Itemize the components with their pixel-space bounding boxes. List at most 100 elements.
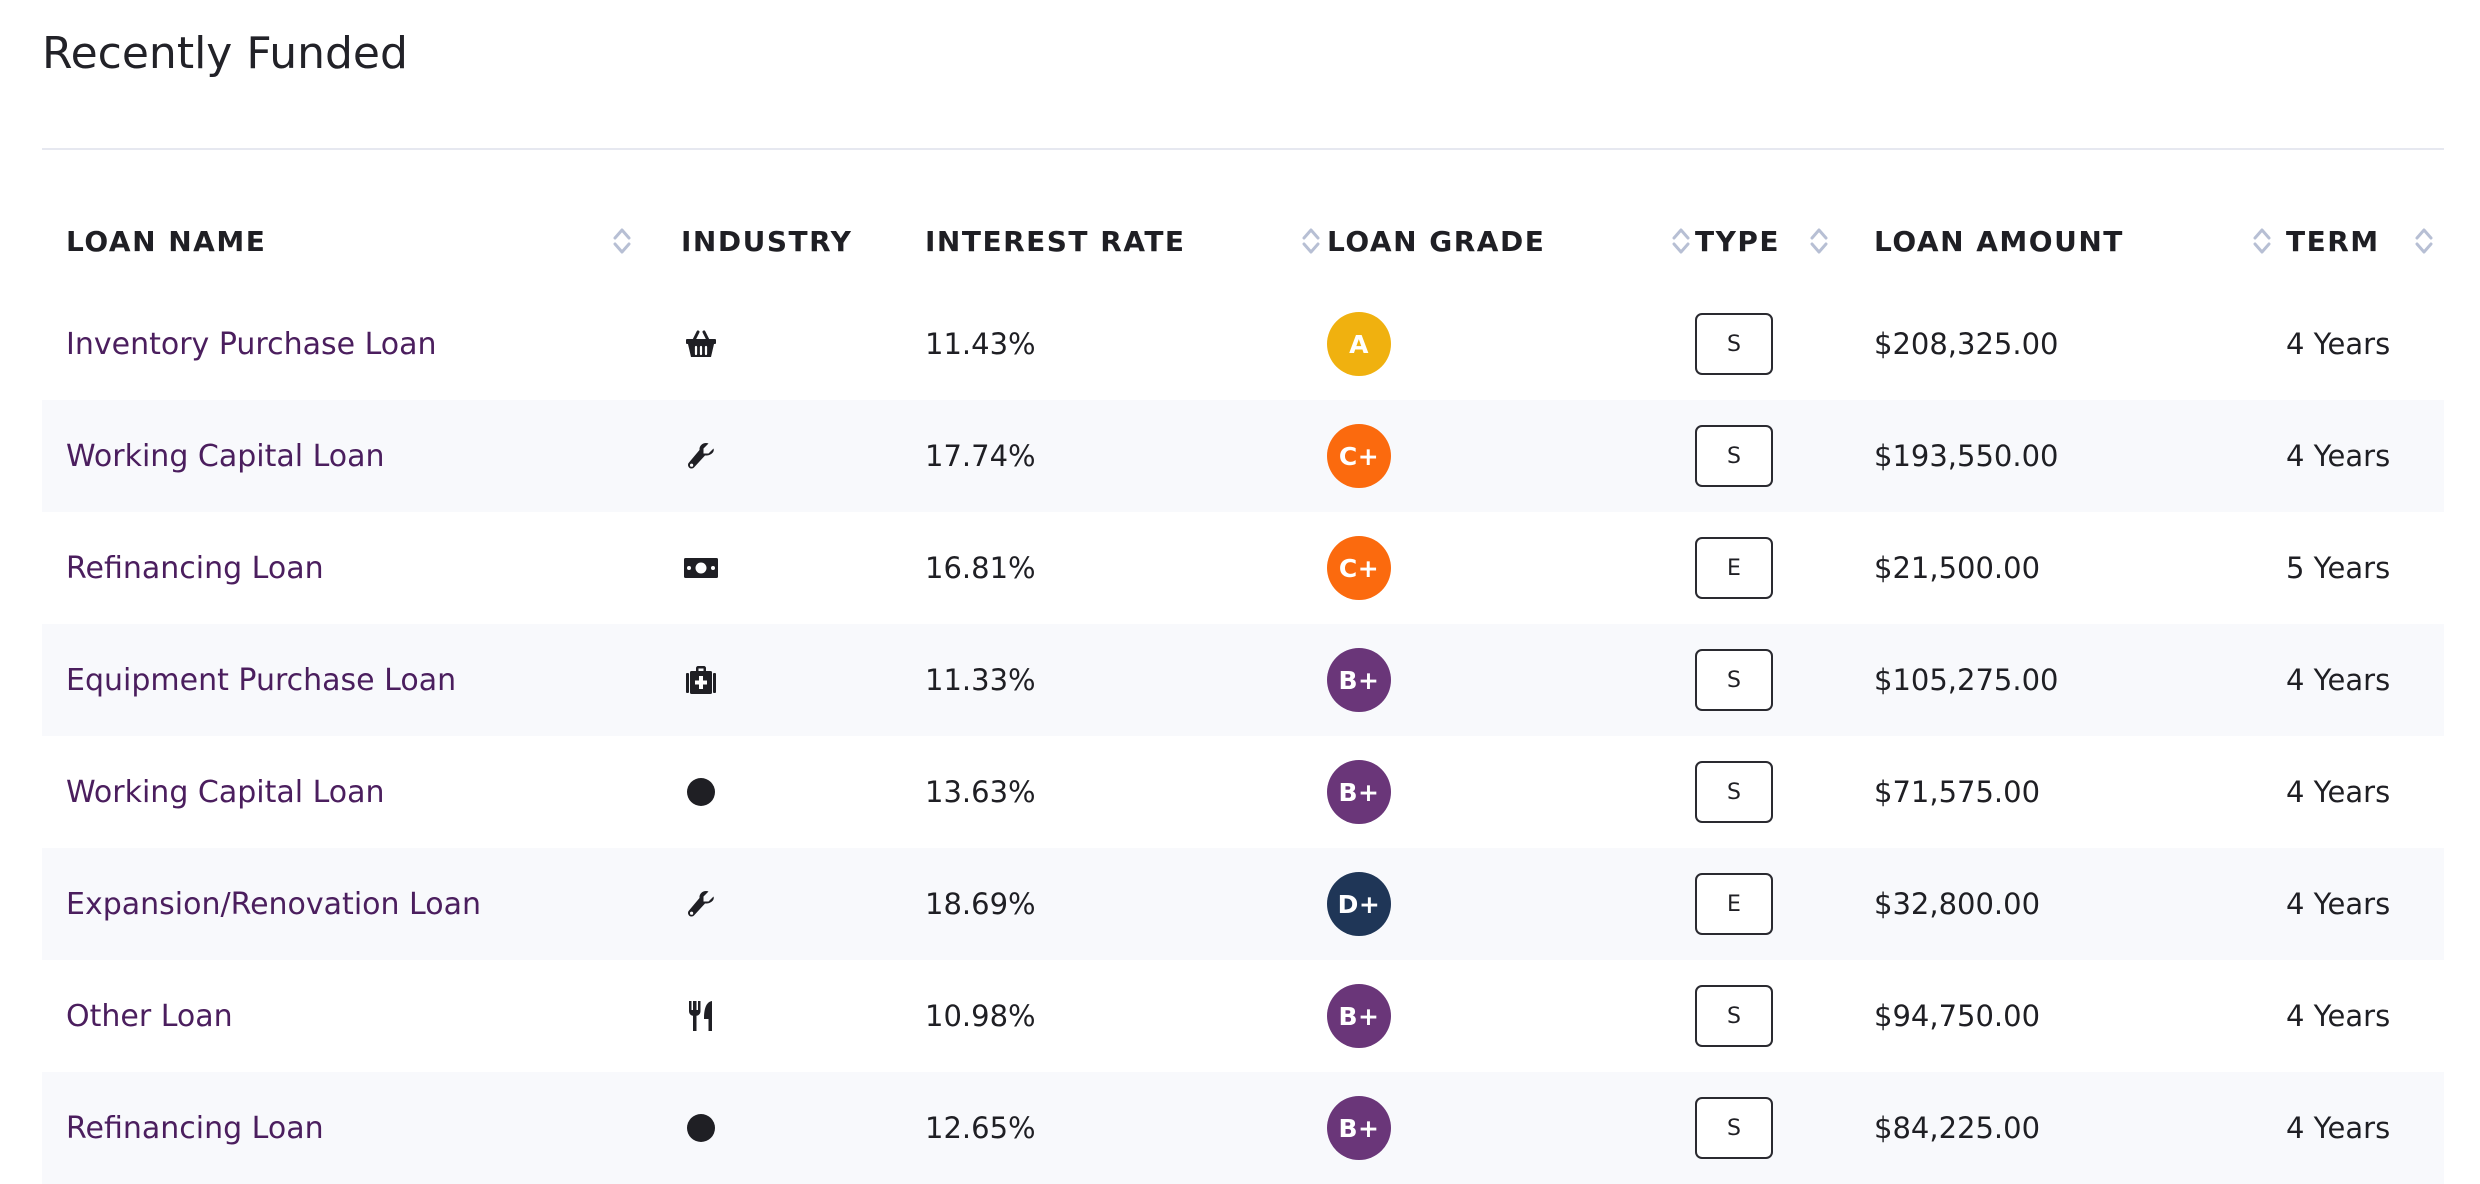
loan-grade-badge: D+ bbox=[1327, 872, 1391, 936]
cell-type: S bbox=[1695, 1072, 1865, 1184]
loan-name-link[interactable]: Other Loan bbox=[66, 999, 233, 1034]
cell-term: 4 Years bbox=[2286, 736, 2444, 848]
cell-loan-name: Refinancing Loan bbox=[66, 512, 666, 624]
header-label: LOAN NAME bbox=[66, 224, 267, 258]
term-value: 4 Years bbox=[2286, 775, 2391, 809]
cell-type: E bbox=[1695, 848, 1865, 960]
cell-term: 4 Years bbox=[2286, 288, 2444, 400]
table-header-row: LOAN NAME INDUSTRY INTEREST RATE LOAN GR… bbox=[42, 194, 2444, 288]
table-row[interactable]: Refinancing Loan 16.81% C+ E $21,500.00 … bbox=[42, 512, 2444, 624]
term-value: 4 Years bbox=[2286, 887, 2391, 921]
interest-rate-value: 17.74% bbox=[925, 439, 1036, 473]
sort-icon[interactable] bbox=[612, 225, 632, 257]
header-loan-name[interactable]: LOAN NAME bbox=[66, 194, 666, 288]
cell-term: 5 Years bbox=[2286, 512, 2444, 624]
sort-icon[interactable] bbox=[1809, 225, 1829, 257]
loan-name-link[interactable]: Equipment Purchase Loan bbox=[66, 663, 456, 698]
cell-industry bbox=[681, 848, 911, 960]
interest-rate-value: 11.33% bbox=[925, 663, 1036, 697]
cell-loan-grade: C+ bbox=[1327, 512, 1687, 624]
cell-interest-rate: 13.63% bbox=[925, 736, 1325, 848]
cell-interest-rate: 11.43% bbox=[925, 288, 1325, 400]
loan-name-link[interactable]: Inventory Purchase Loan bbox=[66, 327, 437, 362]
loan-name-link[interactable]: Refinancing Loan bbox=[66, 1111, 324, 1146]
interest-rate-value: 11.43% bbox=[925, 327, 1036, 361]
interest-rate-value: 12.65% bbox=[925, 1111, 1036, 1145]
sort-icon[interactable] bbox=[1301, 225, 1321, 257]
cell-type: S bbox=[1695, 960, 1865, 1072]
loan-type-badge: E bbox=[1695, 873, 1773, 935]
table-row[interactable]: Expansion/Renovation Loan 18.69% D+ E $3… bbox=[42, 848, 2444, 960]
loan-amount-value: $208,325.00 bbox=[1874, 327, 2059, 361]
cell-interest-rate: 11.33% bbox=[925, 624, 1325, 736]
table-row[interactable]: Equipment Purchase Loan 11.33% B+ S $105… bbox=[42, 624, 2444, 736]
loan-type-badge: S bbox=[1695, 313, 1773, 375]
cell-loan-grade: C+ bbox=[1327, 400, 1687, 512]
cell-industry bbox=[681, 736, 911, 848]
header-industry: INDUSTRY bbox=[681, 194, 911, 288]
sort-icon[interactable] bbox=[2414, 225, 2434, 257]
term-value: 5 Years bbox=[2286, 551, 2391, 585]
loan-amount-value: $32,800.00 bbox=[1874, 887, 2041, 921]
loan-type-badge: E bbox=[1695, 537, 1773, 599]
cell-term: 4 Years bbox=[2286, 848, 2444, 960]
loan-grade-badge: B+ bbox=[1327, 760, 1391, 824]
loan-type-badge: S bbox=[1695, 649, 1773, 711]
header-term[interactable]: TERM bbox=[2286, 194, 2444, 288]
page-title: Recently Funded bbox=[42, 28, 408, 79]
loan-grade-badge: C+ bbox=[1327, 536, 1391, 600]
loan-amount-value: $105,275.00 bbox=[1874, 663, 2059, 697]
cell-interest-rate: 18.69% bbox=[925, 848, 1325, 960]
loan-name-link[interactable]: Refinancing Loan bbox=[66, 551, 324, 586]
cell-loan-name: Working Capital Loan bbox=[66, 736, 666, 848]
loan-type-badge: S bbox=[1695, 761, 1773, 823]
header-type[interactable]: TYPE bbox=[1695, 194, 1865, 288]
interest-rate-value: 10.98% bbox=[925, 999, 1036, 1033]
loan-grade-badge: A bbox=[1327, 312, 1391, 376]
term-value: 4 Years bbox=[2286, 663, 2391, 697]
circle-icon bbox=[683, 774, 719, 810]
cell-industry bbox=[681, 1072, 911, 1184]
header-loan-grade[interactable]: LOAN GRADE bbox=[1327, 194, 1690, 288]
loan-name-link[interactable]: Expansion/Renovation Loan bbox=[66, 887, 481, 922]
cell-type: S bbox=[1695, 400, 1865, 512]
header-label: LOAN AMOUNT bbox=[1874, 224, 2124, 258]
loans-table: LOAN NAME INDUSTRY INTEREST RATE LOAN GR… bbox=[42, 194, 2444, 1184]
loan-name-link[interactable]: Working Capital Loan bbox=[66, 775, 385, 810]
table-row[interactable]: Inventory Purchase Loan 11.43% A S $208,… bbox=[42, 288, 2444, 400]
cell-loan-amount: $193,550.00 bbox=[1874, 400, 2274, 512]
header-interest-rate[interactable]: INTEREST RATE bbox=[925, 194, 1325, 288]
table-row[interactable]: Working Capital Loan 17.74% C+ S $193,55… bbox=[42, 400, 2444, 512]
loan-grade-badge: C+ bbox=[1327, 424, 1391, 488]
loan-grade-badge: B+ bbox=[1327, 984, 1391, 1048]
loan-type-badge: S bbox=[1695, 1097, 1773, 1159]
table-row[interactable]: Refinancing Loan 12.65% B+ S $84,225.00 … bbox=[42, 1072, 2444, 1184]
term-value: 4 Years bbox=[2286, 999, 2391, 1033]
cell-interest-rate: 12.65% bbox=[925, 1072, 1325, 1184]
wrench-icon bbox=[683, 886, 719, 922]
cell-interest-rate: 17.74% bbox=[925, 400, 1325, 512]
loan-name-link[interactable]: Working Capital Loan bbox=[66, 439, 385, 474]
table-row[interactable]: Other Loan 10.98% B+ S $94,750.00 4 Year… bbox=[42, 960, 2444, 1072]
divider bbox=[42, 148, 2444, 150]
cell-term: 4 Years bbox=[2286, 960, 2444, 1072]
table-row[interactable]: Working Capital Loan 13.63% B+ S $71,575… bbox=[42, 736, 2444, 848]
header-loan-amount[interactable]: LOAN AMOUNT bbox=[1874, 194, 2274, 288]
sort-icon[interactable] bbox=[2252, 225, 2272, 257]
cell-industry bbox=[681, 960, 911, 1072]
interest-rate-value: 13.63% bbox=[925, 775, 1036, 809]
header-label: INDUSTRY bbox=[681, 224, 853, 258]
cell-loan-grade: D+ bbox=[1327, 848, 1687, 960]
cell-loan-name: Other Loan bbox=[66, 960, 666, 1072]
term-value: 4 Years bbox=[2286, 327, 2391, 361]
cell-industry bbox=[681, 288, 911, 400]
cell-industry bbox=[681, 400, 911, 512]
header-label: INTEREST RATE bbox=[925, 224, 1186, 258]
loan-amount-value: $193,550.00 bbox=[1874, 439, 2059, 473]
cell-loan-amount: $94,750.00 bbox=[1874, 960, 2274, 1072]
sort-icon[interactable] bbox=[1671, 225, 1691, 257]
interest-rate-value: 18.69% bbox=[925, 887, 1036, 921]
cell-term: 4 Years bbox=[2286, 624, 2444, 736]
cell-type: S bbox=[1695, 736, 1865, 848]
medical-kit-icon bbox=[683, 662, 719, 698]
